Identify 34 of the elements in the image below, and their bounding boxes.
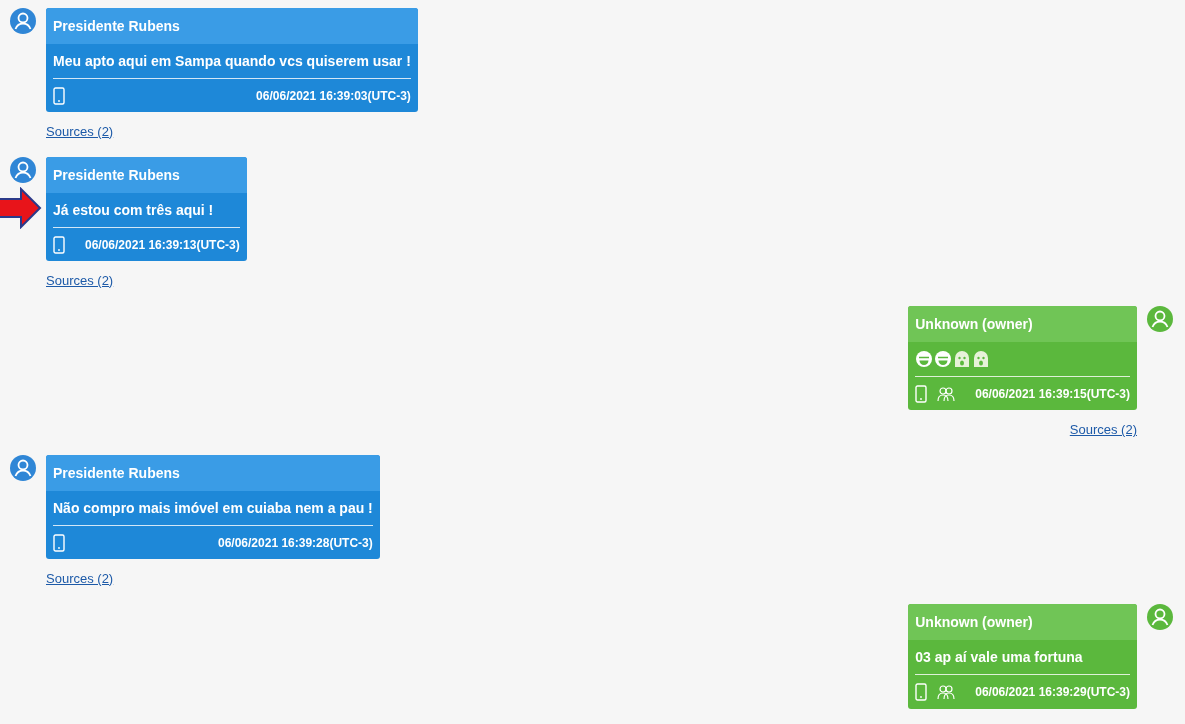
timestamp: 06/06/2021 16:39:28(UTC-3) bbox=[217, 535, 373, 552]
message-text: Não compro mais imóvel em cuiaba nem a pau ! bbox=[53, 498, 373, 518]
sender-name: Unknown (owner) bbox=[908, 604, 1137, 640]
sources-link[interactable]: Sources (2) bbox=[1069, 419, 1137, 439]
sender-name: Unknown (owner) bbox=[908, 306, 1137, 342]
user-avatar-icon bbox=[10, 8, 36, 34]
message-text: Meu apto aqui em Sampa quando vcs quiserem usar ! bbox=[53, 51, 411, 71]
sender-name: Presidente Rubens bbox=[46, 455, 380, 491]
phone-icon bbox=[915, 683, 928, 701]
group-icon bbox=[937, 385, 956, 403]
sources-link[interactable]: Sources (2) bbox=[46, 121, 114, 141]
grinning-face-icon bbox=[934, 350, 953, 368]
group-icon bbox=[937, 683, 956, 701]
timestamp: 06/06/2021 16:39:15(UTC-3) bbox=[974, 386, 1130, 403]
scared-face-icon bbox=[972, 350, 991, 368]
sources-link[interactable]: Sources (2) bbox=[46, 270, 114, 290]
message-text: Já estou com três aqui ! bbox=[53, 200, 214, 220]
grinning-face-icon bbox=[915, 350, 934, 368]
timestamp: 06/06/2021 16:39:13(UTC-3) bbox=[84, 237, 240, 254]
phone-icon bbox=[53, 236, 65, 254]
user-avatar-icon bbox=[10, 455, 36, 481]
user-avatar-icon bbox=[1147, 604, 1173, 630]
phone-icon bbox=[915, 385, 928, 403]
sender-name: Presidente Rubens bbox=[46, 157, 247, 193]
scared-face-icon bbox=[953, 350, 972, 368]
sources-link[interactable]: Sources (2) bbox=[46, 568, 114, 588]
user-avatar-icon bbox=[10, 157, 36, 183]
sender-name: Presidente Rubens bbox=[46, 8, 418, 44]
message-text: 03 ap aí vale uma fortuna bbox=[915, 647, 1083, 667]
phone-icon bbox=[53, 87, 65, 105]
phone-icon bbox=[53, 534, 65, 552]
user-avatar-icon bbox=[1147, 306, 1173, 332]
timestamp: 06/06/2021 16:39:29(UTC-3) bbox=[974, 684, 1130, 701]
timestamp: 06/06/2021 16:39:03(UTC-3) bbox=[255, 88, 411, 105]
